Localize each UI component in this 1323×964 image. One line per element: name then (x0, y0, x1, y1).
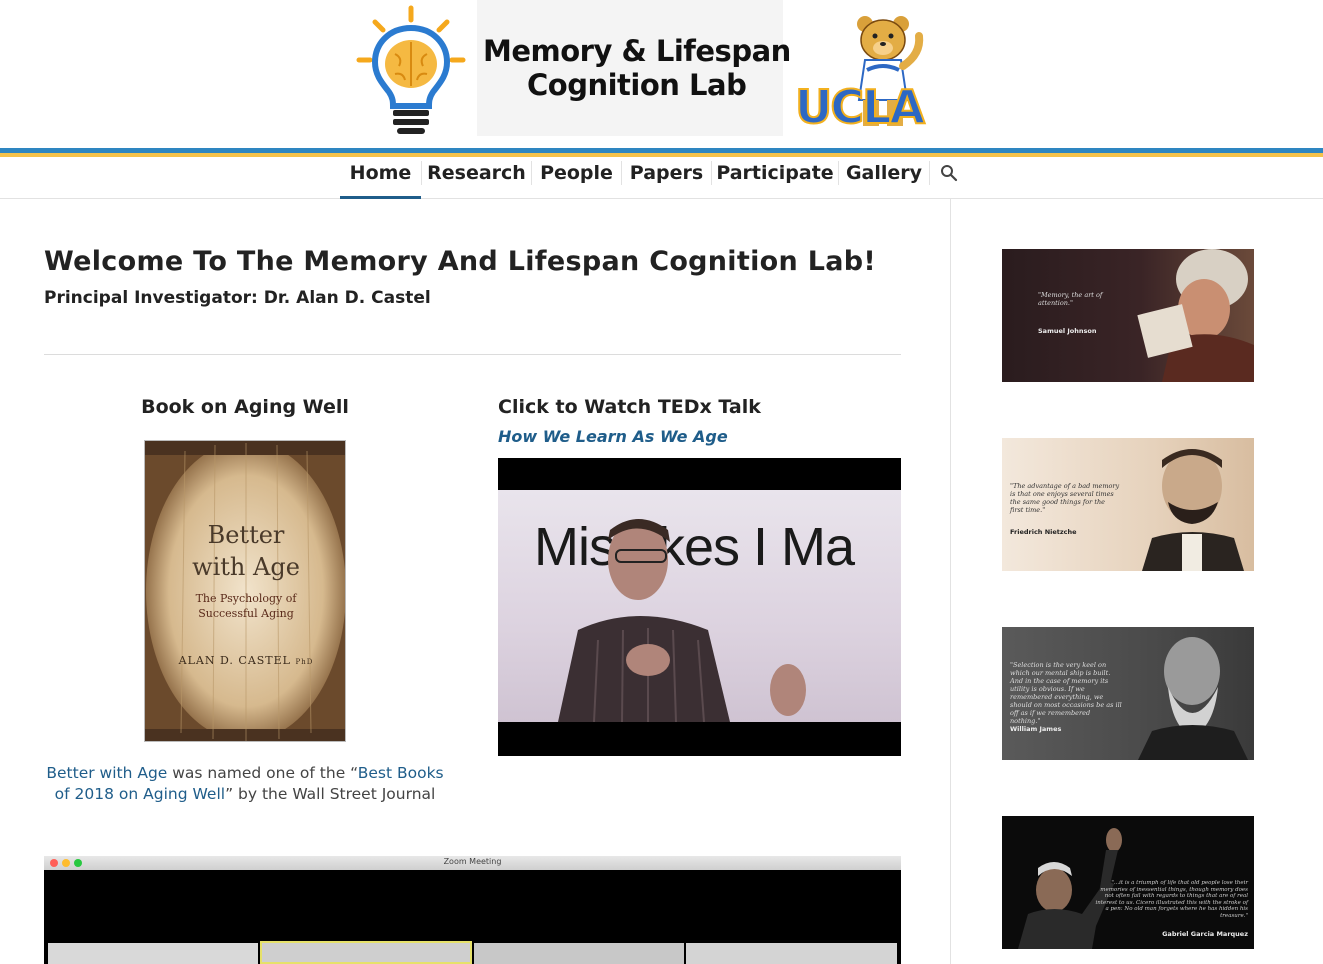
ucla-wordmark: UCLA (794, 79, 926, 135)
tedx-heading: Click to Watch TEDx Talk (498, 396, 761, 418)
zoom-participant-tile (48, 943, 258, 964)
book-caption: Better with Age was named one of the “Be… (44, 763, 446, 805)
portrait-william-james (1138, 637, 1248, 760)
quote-image-samuel-johnson[interactable]: "Memory, the art of attention." Samuel J… (1002, 249, 1254, 382)
nav-item-gallery[interactable]: Gallery (839, 157, 929, 199)
book-cover-author: ALAN D. CASTEL (178, 654, 291, 667)
main-nav: Home Research People Papers Participate … (0, 157, 1323, 199)
tedx-talk-link[interactable]: How We Learn As We Age (498, 427, 728, 446)
book-cover-subtitle-2: Successful Aging (198, 607, 294, 620)
quote-image-gabriel-garcia-marquez[interactable]: "...it is a triumph of life that old peo… (1002, 816, 1254, 949)
lightbulb-brain-icon (356, 5, 466, 134)
book-caption-end: ” by the Wall Street Journal (225, 785, 436, 803)
logo-title-line1: Memory & Lifespan (483, 34, 791, 68)
nav-separator (929, 161, 930, 185)
content-divider (44, 354, 901, 355)
nav-item-research[interactable]: Research (422, 157, 531, 199)
site-logo[interactable]: Memory & Lifespan Cognition Lab UCLA (355, 0, 930, 140)
nav-item-participate[interactable]: Participate (712, 157, 838, 199)
tedx-video-player[interactable]: Mistakes I Ma (498, 458, 901, 756)
portrait-friedrich-nietzche (1142, 449, 1244, 571)
book-link[interactable]: Better with Age (46, 764, 167, 782)
nav-active-indicator (340, 196, 421, 199)
book-cover-title-1: Better (207, 521, 285, 549)
logo-title-line2: Cognition Lab (527, 68, 747, 102)
sidebar-divider (950, 199, 951, 964)
quote-author: Gabriel Garcia Marquez (1162, 930, 1248, 938)
principal-investigator: Principal Investigator: Dr. Alan D. Cast… (44, 288, 431, 308)
zoom-meeting-image[interactable]: Zoom Meeting (44, 856, 901, 964)
quote-author: Samuel Johnson (1038, 327, 1097, 335)
book-cover-image[interactable]: Better with Age The Psychology of Succes… (144, 440, 346, 742)
zoom-window-title: Zoom Meeting (443, 857, 502, 866)
quote-text: "...it is a triumph of life that old peo… (1095, 880, 1248, 919)
quote-text: "Selection is the very keel on which our… (1010, 661, 1122, 725)
zoom-participant-tile (686, 943, 897, 964)
portrait-samuel-johnson (1137, 249, 1254, 382)
nav-item-papers[interactable]: Papers (622, 157, 711, 199)
quote-author: Friedrich Nietzche (1010, 528, 1077, 536)
zoom-participant-tile (260, 941, 472, 964)
quote-author: William James (1010, 725, 1062, 733)
quote-image-william-james[interactable]: "Selection is the very keel on which our… (1002, 627, 1254, 760)
page-title: Welcome To The Memory And Lifespan Cogni… (44, 246, 876, 277)
quote-text: "The advantage of a bad memory is that o… (1010, 482, 1120, 514)
nav-item-people[interactable]: People (532, 157, 621, 199)
book-caption-mid: was named one of the “ (167, 764, 358, 782)
book-cover-author-suffix: PhD (295, 658, 314, 666)
search-icon[interactable] (939, 163, 959, 183)
quote-text: "Memory, the art of attention." (1038, 291, 1103, 307)
nav-item-home[interactable]: Home (340, 157, 421, 199)
zoom-participant-tile (474, 943, 684, 964)
book-cover-title-2: with Age (192, 553, 300, 581)
quote-image-friedrich-nietzche[interactable]: "The advantage of a bad memory is that o… (1002, 438, 1254, 571)
speaker-figure (558, 519, 806, 722)
site-header: Memory & Lifespan Cognition Lab UCLA (0, 0, 1323, 148)
book-heading: Book on Aging Well (141, 396, 349, 418)
book-cover-subtitle-1: The Psychology of (195, 592, 297, 605)
zoom-titlebar: Zoom Meeting (44, 856, 901, 870)
